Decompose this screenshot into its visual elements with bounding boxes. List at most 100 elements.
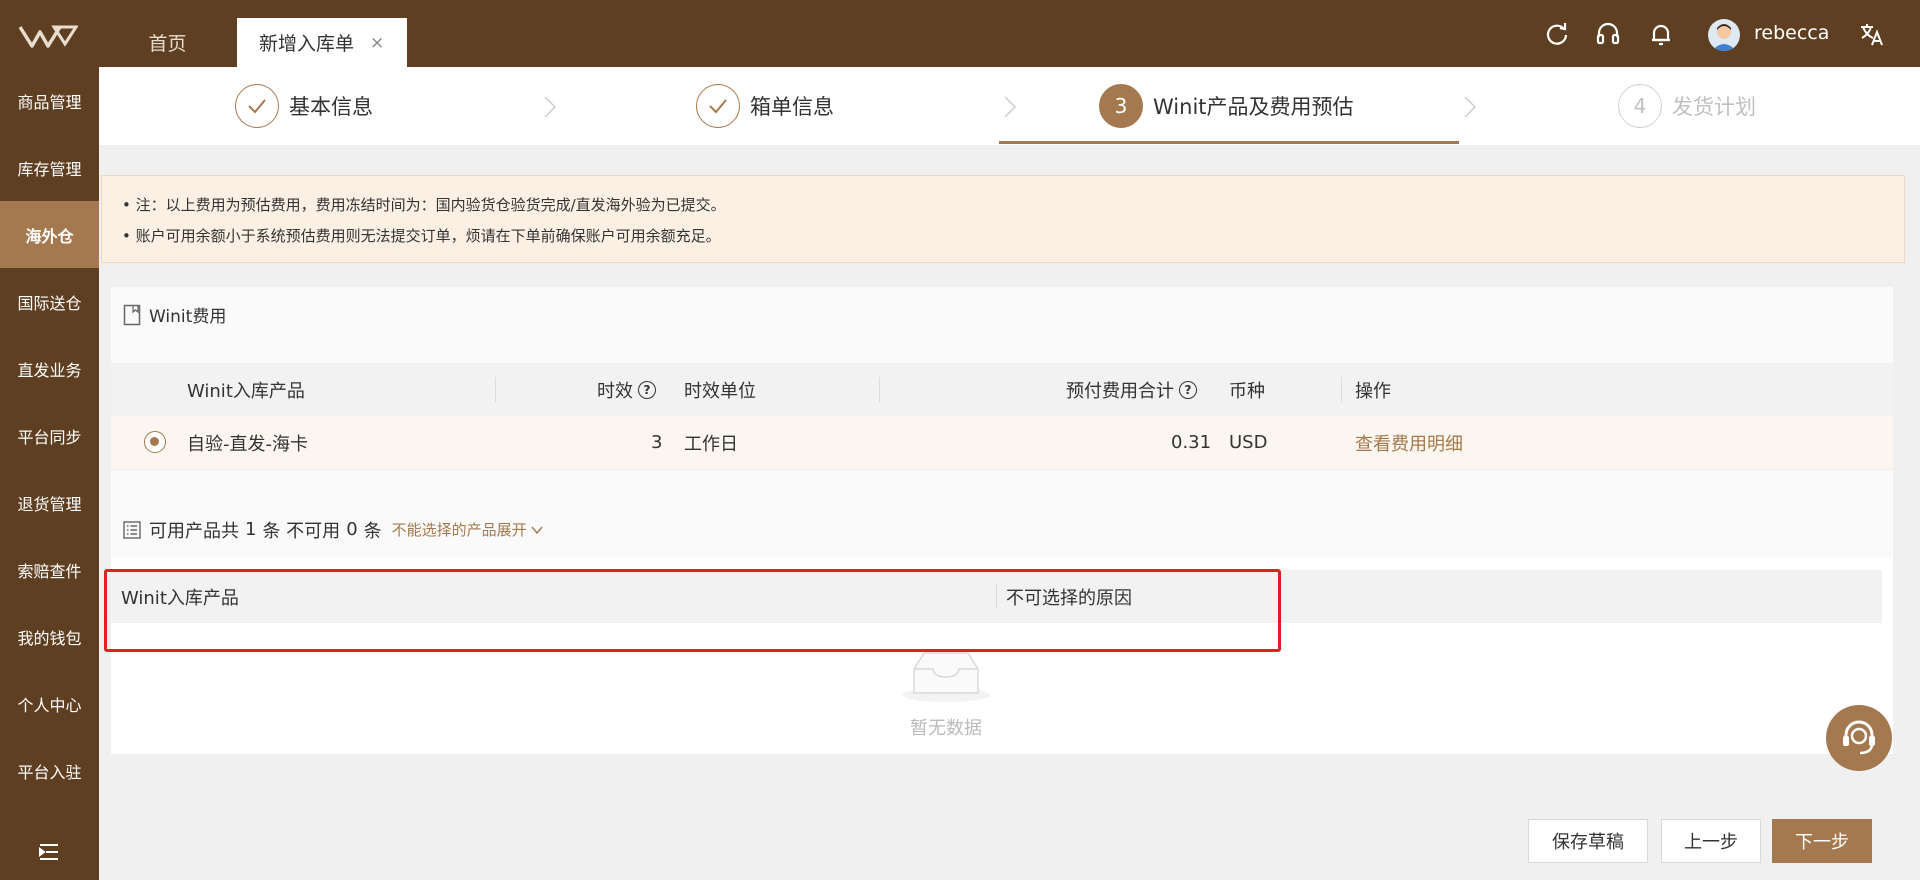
- column-divider: [1341, 377, 1342, 402]
- highlight-box: [104, 569, 1281, 652]
- column-header-unit: 时效单位: [684, 380, 756, 402]
- sidebar-item-overseas-warehouse[interactable]: 海外仓: [0, 201, 99, 268]
- sidebar-item-returns[interactable]: 退货管理: [0, 469, 99, 536]
- sidebar-item-product-management[interactable]: 商品管理: [0, 67, 99, 134]
- document-icon: [123, 304, 141, 325]
- active-step-indicator: [999, 141, 1459, 144]
- sidebar-item-personal-center[interactable]: 个人中心: [0, 670, 99, 737]
- column-divider: [879, 377, 880, 402]
- sidebar-item-international-delivery[interactable]: 国际送仓: [0, 268, 99, 335]
- sidebar-item-label: 直发业务: [17, 360, 82, 380]
- fee-table-header: Winit入库产品 时效 ? 时效单位 预付费用合计 ? 币种 操作: [111, 363, 1893, 416]
- username[interactable]: rebecca: [1754, 22, 1829, 44]
- column-header-label: 预付费用合计: [1066, 380, 1174, 402]
- column-header-action: 操作: [1355, 380, 1391, 402]
- customer-service-icon: [1843, 720, 1875, 755]
- tab-home-label: 首页: [148, 33, 187, 55]
- availability-mid: 条 不可用: [262, 520, 341, 542]
- next-step-button[interactable]: 下一步: [1772, 819, 1872, 863]
- sidebar-item-claims[interactable]: 索赔查件: [0, 536, 99, 603]
- sidebar-item-label: 个人中心: [17, 695, 82, 715]
- sidebar-item-label: 平台入驻: [17, 762, 82, 782]
- winit-logo[interactable]: [18, 24, 78, 50]
- sidebar-item-platform-onboarding[interactable]: 平台入驻: [0, 737, 99, 804]
- cell-product: 自验-直发-海卡: [187, 433, 308, 455]
- tab-home[interactable]: 首页: [100, 18, 235, 67]
- step-label: Winit产品及费用预估: [1153, 95, 1354, 119]
- cell-total: 0.31: [1171, 432, 1212, 453]
- main-content: 基本信息 箱单信息 3 Winit产品及费用预估 4 发货计划 • 注：以上费用…: [99, 67, 1920, 880]
- chevron-down-icon: [531, 526, 543, 535]
- product-radio[interactable]: [144, 431, 166, 453]
- chevron-right-icon: [1464, 96, 1477, 118]
- column-header-currency: 币种: [1229, 380, 1265, 402]
- column-header-timeliness: 时效 ?: [597, 363, 656, 416]
- step-label: 基本信息: [289, 95, 373, 119]
- availability-prefix: 可用产品共: [149, 520, 239, 542]
- sidebar: 商品管理 库存管理 海外仓 国际送仓 直发业务 平台同步 退货管理 索赔查件 我…: [0, 67, 99, 880]
- close-icon[interactable]: ×: [370, 33, 384, 53]
- sidebar-item-label: 退货管理: [17, 494, 82, 514]
- notice-line: • 账户可用余额小于系统预估费用则无法提交订单，烦请在下单前确保账户可用余额充足…: [122, 227, 721, 245]
- customer-service-button[interactable]: [1826, 705, 1892, 771]
- tab-new-inbound-order[interactable]: 新增入库单 ×: [237, 18, 407, 67]
- step-label: 箱单信息: [750, 95, 834, 119]
- chevron-right-icon: [1004, 96, 1017, 118]
- check-icon: [235, 84, 279, 128]
- save-draft-button[interactable]: 保存草稿: [1528, 819, 1648, 863]
- prev-step-button[interactable]: 上一步: [1661, 819, 1761, 863]
- column-header-product: Winit入库产品: [187, 380, 305, 402]
- step-winit-product-fee-estimate[interactable]: 3 Winit产品及费用预估: [1099, 67, 1354, 145]
- avatar[interactable]: [1708, 19, 1740, 51]
- expand-unavailable-label: 不能选择的产品展开: [391, 521, 527, 539]
- column-divider: [495, 377, 496, 402]
- sidebar-item-label: 我的钱包: [17, 628, 82, 648]
- check-icon: [696, 84, 740, 128]
- bell-icon[interactable]: [1647, 20, 1675, 48]
- step-shipping-plan[interactable]: 4 发货计划: [1618, 67, 1756, 145]
- refresh-icon[interactable]: [1543, 20, 1571, 48]
- availability-suffix: 条: [363, 520, 382, 542]
- translate-icon[interactable]: [1858, 20, 1886, 48]
- top-bar: 首页 新增入库单 × rebecca: [0, 0, 1920, 67]
- empty-inbox-icon: [902, 652, 990, 702]
- step-bar: 基本信息 箱单信息 3 Winit产品及费用预估 4 发货计划: [99, 67, 1920, 145]
- cell-currency: USD: [1229, 432, 1268, 453]
- step-packing-info[interactable]: 箱单信息: [696, 67, 834, 145]
- help-icon[interactable]: ?: [1179, 380, 1197, 399]
- view-fee-details-link[interactable]: 查看费用明细: [1355, 416, 1463, 469]
- help-icon[interactable]: ?: [638, 380, 656, 399]
- sidebar-item-label: 海外仓: [25, 226, 74, 246]
- tab-active-label: 新增入库单: [259, 33, 355, 55]
- headset-icon[interactable]: [1594, 20, 1622, 48]
- unavailable-count: 0: [346, 519, 358, 540]
- sidebar-item-label: 索赔查件: [17, 561, 82, 581]
- step-number: 3: [1099, 84, 1143, 128]
- step-basic-info[interactable]: 基本信息: [235, 67, 373, 145]
- available-count: 1: [245, 519, 257, 540]
- sidebar-item-platform-sync[interactable]: 平台同步: [0, 402, 99, 469]
- collapse-menu-icon[interactable]: [38, 842, 60, 862]
- step-number: 4: [1618, 84, 1662, 128]
- sidebar-item-direct-shipping[interactable]: 直发业务: [0, 335, 99, 402]
- sidebar-item-label: 国际送仓: [17, 293, 82, 313]
- fee-notice: • 注：以上费用为预估费用，费用冻结时间为：国内验货仓验货完成/直发海外验为已提…: [101, 175, 1905, 263]
- step-label: 发货计划: [1672, 95, 1756, 119]
- cell-unit: 工作日: [684, 433, 738, 455]
- sidebar-item-label: 平台同步: [17, 427, 82, 447]
- column-header-label: 时效: [597, 380, 633, 402]
- expand-unavailable-link[interactable]: 不能选择的产品展开: [392, 519, 544, 540]
- sidebar-item-inventory-management[interactable]: 库存管理: [0, 134, 99, 201]
- cell-timeliness: 3: [651, 432, 663, 453]
- table-row[interactable]: 自验-直发-海卡 3 工作日 0.31 USD 查看费用明细: [111, 416, 1893, 470]
- panel-title-text: Winit费用: [149, 307, 227, 327]
- sidebar-item-label: 商品管理: [17, 92, 82, 112]
- winit-fee-title: Winit费用: [123, 287, 226, 342]
- sidebar-item-wallet[interactable]: 我的钱包: [0, 603, 99, 670]
- chevron-right-icon: [544, 96, 557, 118]
- column-header-total: 预付费用合计 ?: [1066, 363, 1197, 416]
- list-icon: [123, 520, 141, 539]
- notice-line: • 注：以上费用为预估费用，费用冻结时间为：国内验货仓验货完成/直发海外验为已提…: [122, 196, 726, 214]
- empty-text: 暂无数据: [910, 718, 982, 739]
- empty-state: 暂无数据: [886, 647, 1006, 740]
